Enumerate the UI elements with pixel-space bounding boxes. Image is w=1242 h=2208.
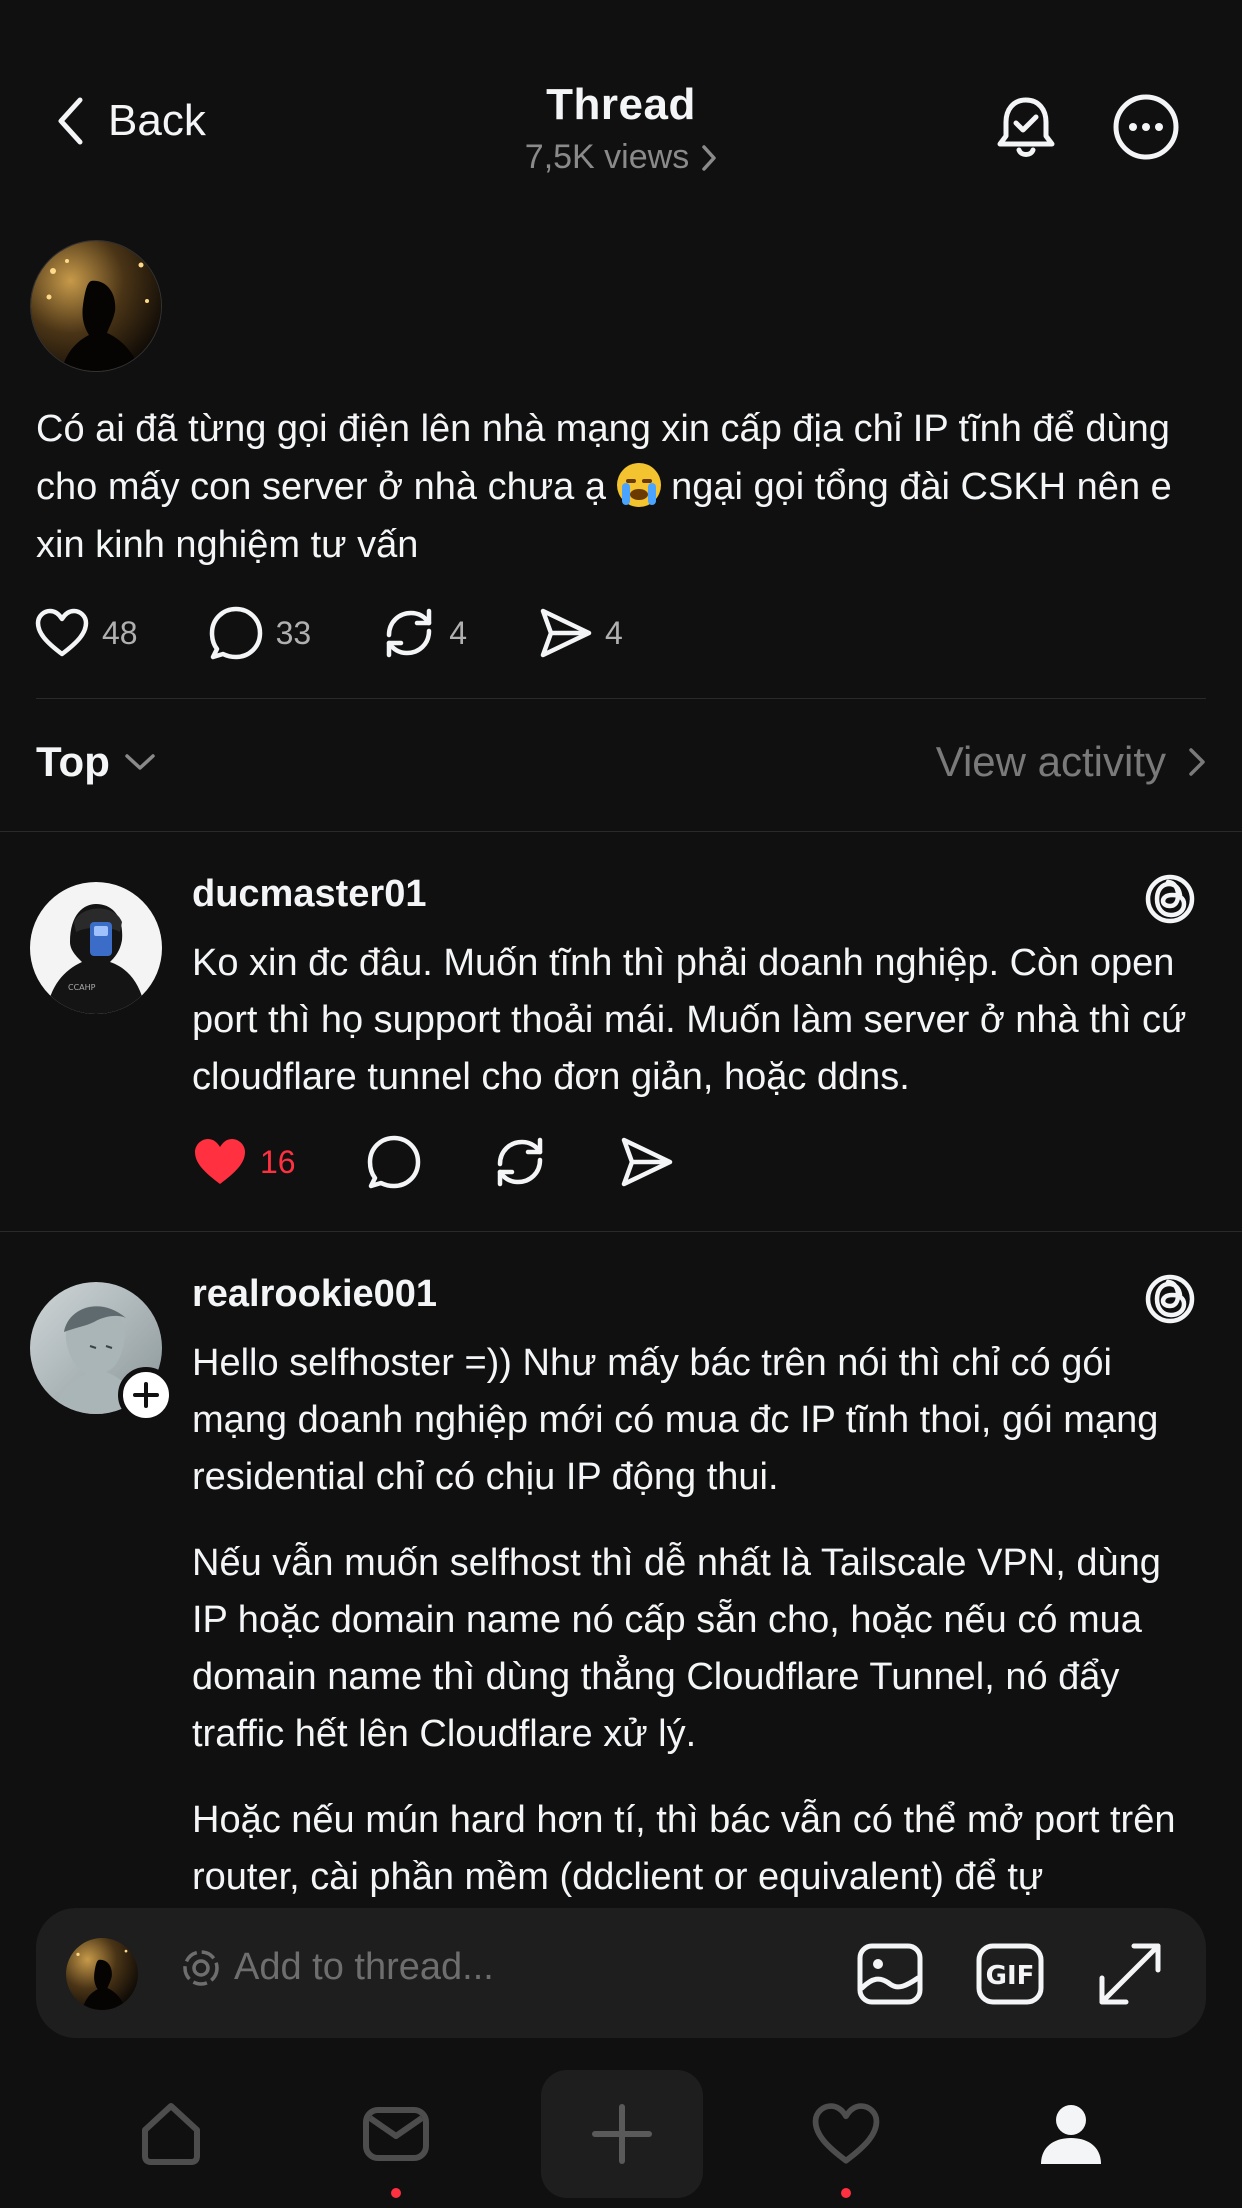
comment-icon — [367, 1135, 420, 1189]
post-body: Có ai đã từng gọi điện lên nhà mạng xin … — [36, 400, 1216, 574]
notify-bell-button[interactable] — [991, 92, 1061, 162]
follow-button[interactable] — [118, 1367, 174, 1423]
svg-text:GIF: GIF — [986, 1961, 1035, 1991]
reply-actions: 16 — [192, 1134, 744, 1190]
comment-button[interactable]: 33 — [208, 605, 312, 661]
tab-activity[interactable] — [806, 2094, 886, 2174]
comment-icon — [209, 606, 262, 660]
threads-logo-icon[interactable] — [1144, 1273, 1196, 1325]
reply-username[interactable]: ducmaster01 — [192, 873, 426, 916]
views-link[interactable]: 7,5K views — [525, 138, 717, 177]
activity-dot — [841, 2188, 851, 2198]
divider — [0, 831, 1242, 832]
gif-icon: GIF — [976, 1943, 1044, 2005]
composer-placeholder: Add to thread... — [234, 1946, 494, 1988]
share-button[interactable]: 4 — [537, 605, 623, 661]
more-icon — [1113, 94, 1179, 160]
threads-icon — [1145, 874, 1195, 924]
sort-label: Top — [36, 738, 110, 785]
threads-icon — [1145, 1274, 1195, 1324]
more-options-button[interactable] — [1111, 92, 1181, 162]
home-icon — [142, 2103, 200, 2165]
chevron-down-icon — [125, 754, 155, 770]
heart-icon — [812, 2103, 880, 2164]
reply-username[interactable]: realrookie001 — [192, 1273, 437, 1316]
thread-header: Back Thread 7,5K views — [0, 0, 1242, 220]
reply-body: Ko xin đc đâu. Muốn tĩnh thì phải doanh … — [192, 935, 1202, 1135]
share-count: 4 — [604, 614, 623, 651]
avatar-image — [66, 1938, 138, 2010]
share-button[interactable] — [618, 1134, 674, 1190]
send-icon — [621, 1137, 672, 1187]
send-icon — [540, 608, 592, 658]
svg-text:CCAHP: CCAHP — [68, 983, 96, 992]
plus-icon — [133, 1382, 159, 1408]
post-actions: 48 33 4 4 — [34, 605, 693, 661]
like-button[interactable]: 16 — [192, 1136, 296, 1188]
composer-input[interactable]: Add to thread... — [180, 1946, 494, 1989]
profile-icon — [1041, 2105, 1101, 2164]
repost-button[interactable]: 4 — [381, 605, 467, 661]
unread-dot — [391, 2188, 401, 2198]
composer-avatar — [66, 1938, 138, 2010]
divider — [36, 698, 1206, 699]
reply-composer[interactable]: Add to thread... GIF — [36, 1908, 1206, 2038]
like-button[interactable]: 48 — [34, 607, 138, 659]
bell-check-icon — [997, 97, 1055, 157]
image-icon — [857, 1943, 923, 2005]
attach-image-button[interactable] — [854, 1938, 926, 2010]
tab-home[interactable] — [131, 2094, 211, 2174]
expand-icon — [1099, 1943, 1161, 2005]
like-count: 48 — [102, 614, 138, 651]
crying-face-emoji-icon — [616, 463, 661, 507]
chevron-right-icon — [702, 144, 716, 171]
comment-count: 33 — [275, 614, 312, 651]
avatar-image — [31, 241, 161, 371]
divider — [0, 1231, 1242, 1232]
reply-sort-bar: Top View activity — [36, 738, 1206, 794]
repost-button[interactable] — [492, 1134, 548, 1190]
views-count: 7,5K views — [524, 138, 690, 176]
repost-icon — [386, 608, 432, 658]
gif-button[interactable]: GIF — [974, 1938, 1046, 2010]
heart-filled-icon — [195, 1139, 245, 1184]
ai-sparkle-icon — [183, 1949, 219, 1986]
heart-icon — [35, 608, 89, 657]
view-activity-label: View activity — [935, 738, 1166, 785]
author-avatar[interactable] — [30, 240, 162, 372]
view-activity-link[interactable]: View activity — [936, 738, 1206, 786]
plus-icon — [592, 2104, 652, 2164]
threads-logo-icon[interactable] — [1144, 873, 1196, 925]
expand-composer-button[interactable] — [1094, 1938, 1166, 2010]
avatar-image: CCAHP — [30, 882, 162, 1014]
tab-bar — [0, 2060, 1242, 2208]
reply-paragraph: Hoặc nếu mún hard hơn tí, thì bác vẫn có… — [192, 1799, 1176, 1898]
comment-button[interactable] — [366, 1134, 422, 1190]
reply-paragraph: Ko xin đc đâu. Muốn tĩnh thì phải doanh … — [192, 942, 1187, 1098]
tab-messages[interactable] — [356, 2094, 436, 2174]
repost-icon — [497, 1137, 542, 1187]
reply-paragraph: Nếu vẫn muốn selfhost thì dễ nhất là Tai… — [192, 1542, 1161, 1755]
sort-dropdown[interactable]: Top — [36, 738, 156, 786]
tab-new-post[interactable] — [541, 2070, 703, 2198]
reply-avatar[interactable]: CCAHP — [30, 882, 162, 1014]
like-count: 16 — [260, 1143, 296, 1180]
chevron-right-icon — [1189, 748, 1205, 776]
repost-count: 4 — [449, 614, 467, 651]
tab-profile[interactable] — [1031, 2094, 1111, 2174]
reply-body: Hello selfhoster =)) Như mấy bác trên nó… — [192, 1335, 1202, 1905]
reply-paragraph: Hello selfhoster =)) Như mấy bác trên nó… — [192, 1342, 1159, 1498]
mail-icon — [363, 2107, 429, 2161]
